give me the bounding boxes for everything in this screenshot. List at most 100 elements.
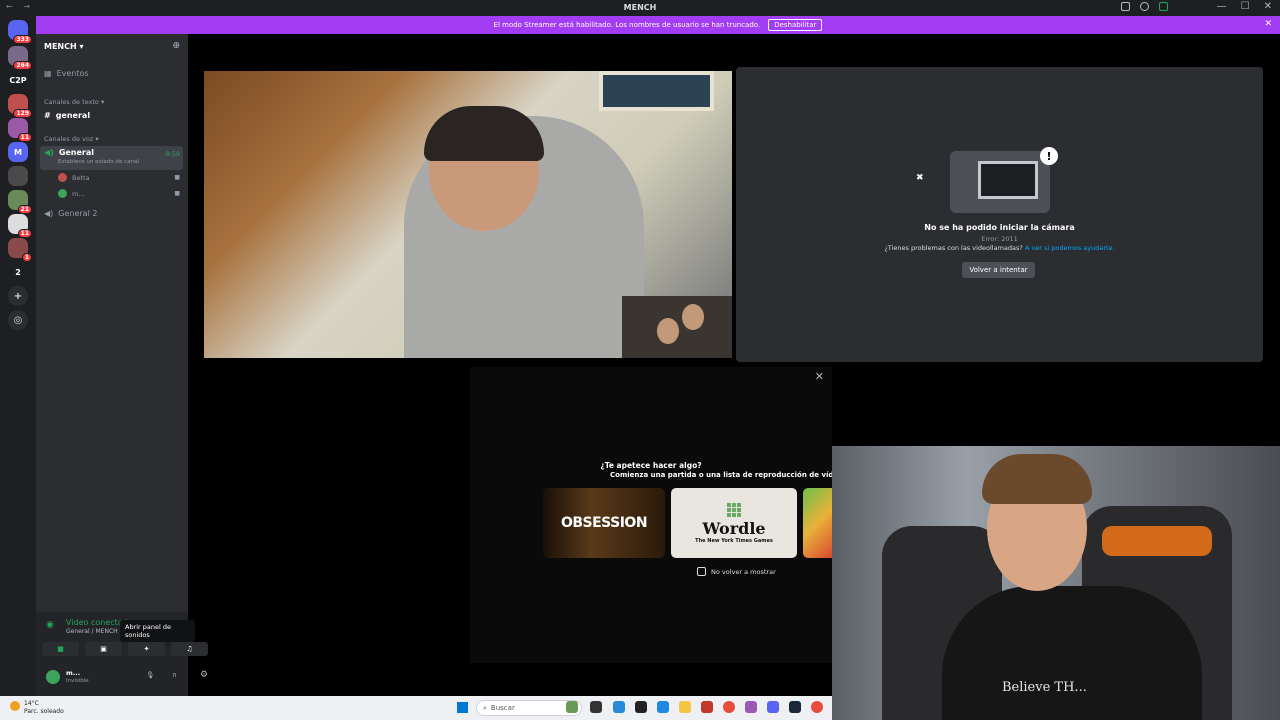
banner-close-icon[interactable]: ✕ [1264, 19, 1272, 29]
chrome-icon[interactable] [811, 701, 823, 713]
server-icon-c2p[interactable]: C2P [8, 70, 28, 90]
channel-status[interactable]: Establece un estado de canal [58, 159, 139, 165]
wordle-logo-icon [727, 502, 741, 517]
help-link[interactable]: A ver si podemos ayudarte. [1025, 244, 1115, 252]
voice-user[interactable]: m... [58, 189, 85, 198]
user-status: Invisible [66, 678, 89, 684]
channel-sidebar: MENCH ▾ ⊕ ▦ Eventos Canales de texto ▾ # g… [36, 34, 208, 696]
server-icon[interactable]: 264 [8, 46, 32, 70]
avatar[interactable] [46, 670, 60, 684]
chrome-icon[interactable] [723, 701, 735, 713]
server-icon[interactable]: 21 [8, 190, 32, 214]
server-icon[interactable]: 1 [8, 238, 32, 262]
video-tile-error[interactable]: ✖ ! No se ha podido iniciar la cámara Er… [736, 67, 1263, 362]
notification-badge: 11 [17, 229, 32, 238]
server-name[interactable]: MENCH ▾ [44, 42, 84, 51]
soundboard-button[interactable]: ♫ [171, 642, 208, 656]
steam-icon[interactable] [789, 701, 801, 713]
app-icon[interactable] [745, 701, 757, 713]
server-icon[interactable] [8, 166, 28, 186]
channel-label: general [55, 111, 91, 120]
window-controls: — ☐ ✕ [1217, 1, 1272, 12]
voice-category[interactable]: Canales de voz ▾ [44, 135, 99, 143]
disable-button[interactable]: Deshabilitar [768, 19, 823, 31]
streamer-hair [982, 454, 1092, 504]
app-icon[interactable] [635, 701, 647, 713]
chair-accent [1102, 526, 1212, 556]
speaker-icon: ◀) [44, 148, 54, 157]
hash-icon: # [44, 111, 51, 120]
pip-face [682, 304, 704, 330]
voice-channel-label: General 2 [58, 209, 98, 218]
activity-question: ¿Te apetece hacer algo? [600, 461, 702, 470]
explore-icon[interactable]: ◎ [8, 310, 28, 330]
download-icon[interactable] [1159, 2, 1168, 11]
weather-icon[interactable] [10, 701, 20, 711]
text-category[interactable]: Canales de texto ▾ [44, 98, 104, 106]
server-icon-2[interactable]: 2 [8, 262, 28, 282]
error-code: Error: 2011 [981, 235, 1018, 243]
server-icon[interactable]: 11 [8, 118, 32, 142]
title-bar: ← → MENCH — ☐ ✕ [0, 0, 1280, 16]
activities-button[interactable]: ✦ [128, 642, 165, 656]
voice-channel-label-row: ◀) General [44, 148, 94, 157]
inbox-icon[interactable] [1121, 2, 1130, 11]
shirt-print: Believe TH... [1002, 680, 1087, 695]
help-text: ¿Tienes problemas con las videollamadas? [884, 244, 1023, 252]
activity-card-partial[interactable] [803, 488, 832, 558]
close-icon[interactable]: ✕ [815, 370, 824, 383]
speaker-icon: ◀) [44, 209, 54, 218]
voice-channel-general-2[interactable]: ◀) General 2 [44, 209, 97, 218]
minimize-button[interactable]: — [1217, 1, 1227, 12]
wordle-subtitle: The New York Times Games [695, 537, 773, 544]
screen-share-button[interactable]: ▣ [85, 642, 122, 656]
avatar [58, 189, 67, 198]
activity-card-obsession[interactable]: OBSESSION [543, 488, 665, 558]
checkbox[interactable] [697, 567, 706, 576]
broken-camera-illustration: ! [950, 147, 1058, 213]
home-button[interactable]: 333 [8, 20, 32, 44]
channel-general-text[interactable]: # general [44, 111, 90, 120]
video-tile-main[interactable] [204, 71, 732, 358]
headphones-icon[interactable]: ∩ [172, 671, 177, 679]
activity-card-wordle[interactable]: Wordle The New York Times Games [671, 488, 797, 558]
search-icon: ⌕ [483, 703, 487, 712]
dont-show-checkbox[interactable]: No volver a mostrar [697, 567, 776, 576]
server-icon[interactable]: 11 [8, 214, 32, 238]
streamer-mode-banner: El modo Streamer está habilitado. Los no… [36, 16, 1280, 34]
streamer-webcam-overlay: Believe TH... [832, 446, 1280, 720]
notification-badge: 11 [17, 133, 32, 142]
camera-button[interactable]: ■ [42, 642, 79, 656]
app-icon[interactable] [701, 701, 713, 713]
discord-icon[interactable] [767, 701, 779, 713]
app-icon[interactable] [590, 701, 602, 713]
microphone-icon[interactable]: 🎙 [146, 671, 154, 679]
voice-user[interactable]: Betta [58, 173, 90, 182]
server-icon-m[interactable]: M [8, 142, 28, 162]
window-title: MENCH [623, 3, 657, 12]
checkbox-label: No volver a mostrar [711, 567, 776, 576]
events-label: Eventos [56, 69, 89, 78]
app-icon[interactable] [566, 701, 578, 713]
settings-gear-icon[interactable]: ⚙ [200, 670, 208, 680]
folder-icon[interactable] [679, 701, 691, 713]
voice-buttons: ■ ▣ ✦ ♫ [42, 642, 208, 656]
calendar-icon: ▦ [44, 69, 52, 78]
invite-icon[interactable]: ⊕ [172, 41, 180, 51]
retry-button[interactable]: Volver a intentar [962, 262, 1035, 278]
wall-art [599, 71, 714, 111]
app-icon[interactable] [613, 701, 625, 713]
windows-start-icon[interactable] [457, 702, 468, 713]
add-server-icon[interactable]: + [8, 286, 28, 306]
soundboard-tooltip: Abrir panel de sonidos [120, 620, 195, 642]
wordle-title: Wordle [702, 518, 766, 538]
weather-widget[interactable]: 14°C Parc. soleado [24, 700, 64, 716]
edge-icon[interactable] [657, 701, 669, 713]
events-item[interactable]: ▦ Eventos [44, 69, 89, 78]
help-icon[interactable] [1140, 2, 1149, 11]
voice-channel-label: General [58, 148, 95, 157]
maximize-button[interactable]: ☐ [1241, 1, 1250, 12]
picture-in-picture [622, 296, 732, 358]
server-icon[interactable]: 129 [8, 94, 32, 118]
close-window-button[interactable]: ✕ [1264, 1, 1272, 12]
